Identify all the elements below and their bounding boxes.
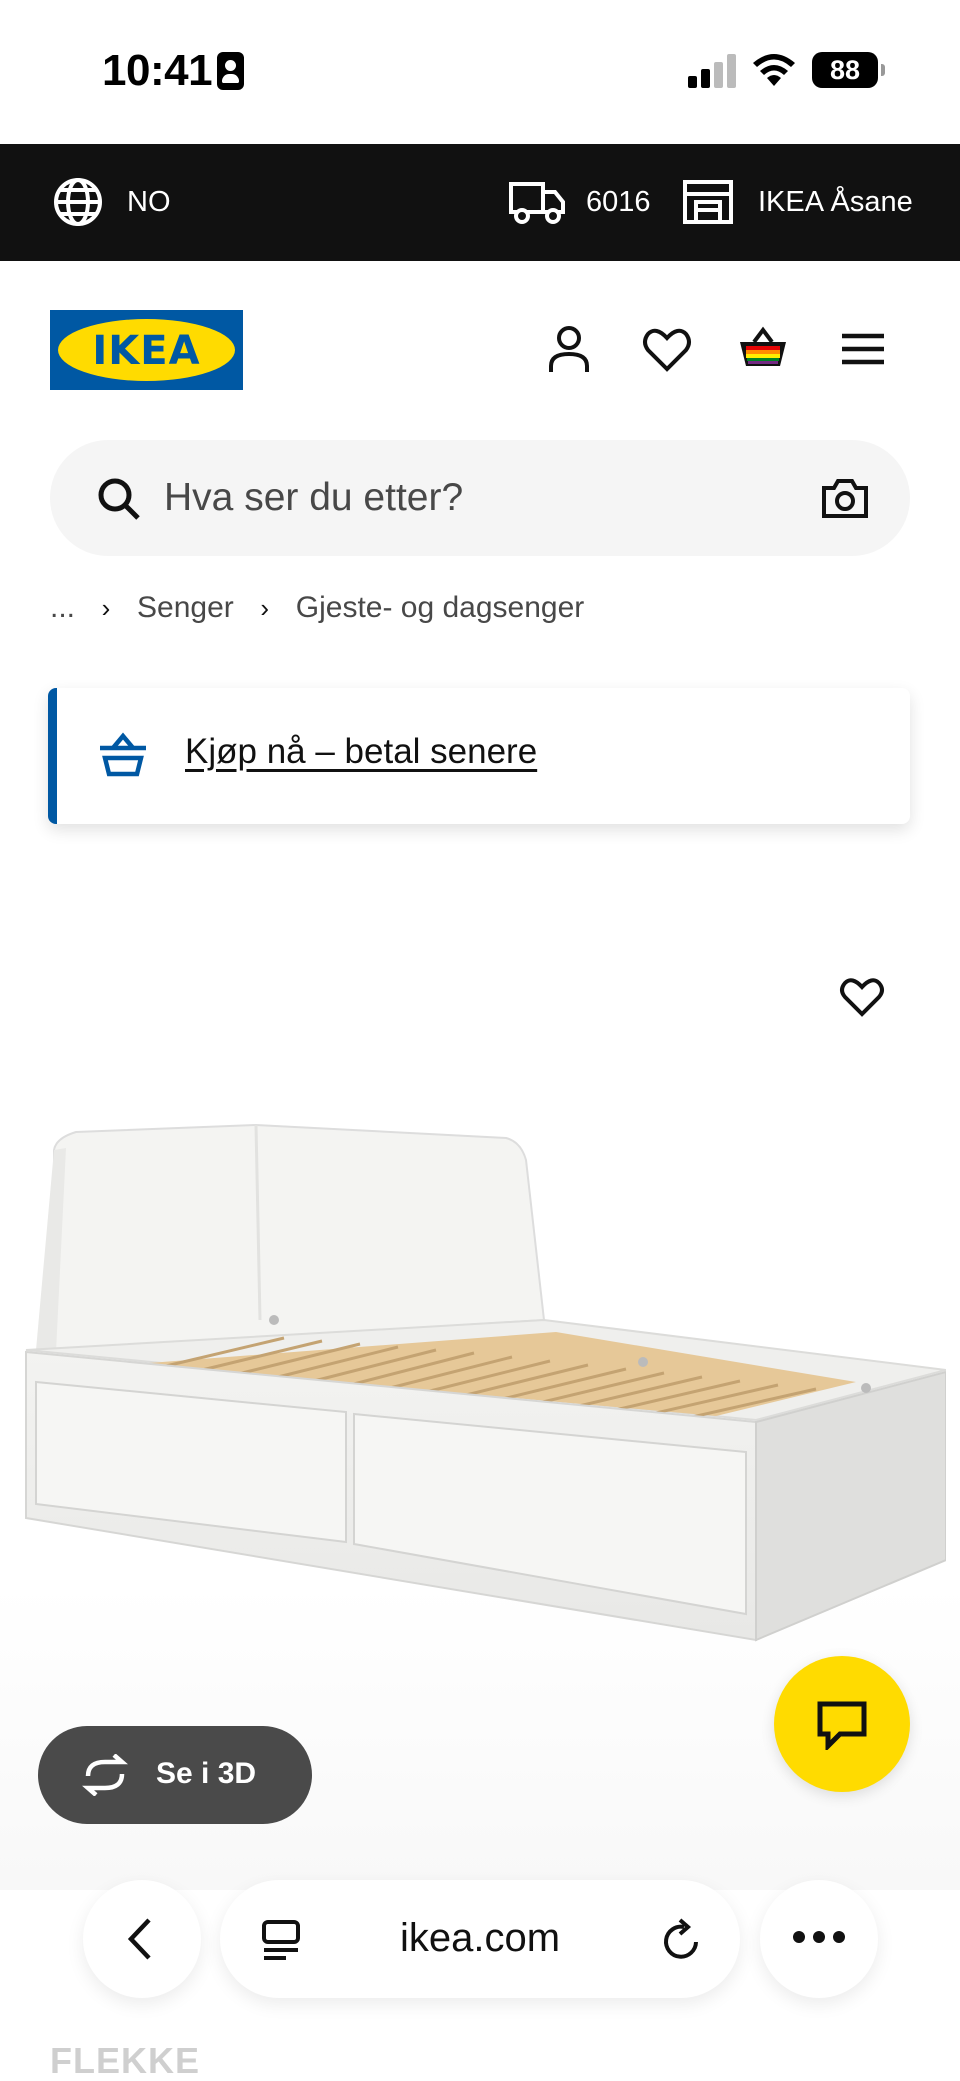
language-selector[interactable]: NO — [127, 186, 171, 219]
wifi-icon — [753, 54, 795, 86]
chevron-right-icon: › — [101, 592, 111, 623]
camera-search-icon[interactable] — [820, 474, 870, 522]
store-selector[interactable]: IKEA Åsane — [758, 186, 913, 219]
breadcrumb-item-senger[interactable]: Senger — [137, 591, 234, 625]
focus-person-icon — [217, 52, 244, 90]
promo-banner: Kjøp nå – betal senere — [48, 688, 910, 824]
more-options-button[interactable] — [760, 1880, 878, 1998]
account-icon[interactable] — [542, 322, 596, 376]
rotate-3d-icon — [82, 1754, 128, 1796]
search-input[interactable] — [164, 468, 724, 528]
back-button[interactable] — [83, 1880, 201, 1998]
status-bar: 10:41 88 — [0, 0, 960, 144]
ellipsis-icon — [793, 1931, 845, 1943]
favourites-icon[interactable] — [640, 322, 694, 376]
basket-icon — [100, 732, 146, 777]
delivery-truck-icon[interactable] — [508, 178, 566, 226]
chat-button[interactable] — [774, 1656, 910, 1792]
postal-code[interactable]: 6016 — [586, 186, 651, 219]
breadcrumb: ... › Senger › Gjeste- og dagsenger — [50, 588, 584, 628]
buy-now-pay-later-link[interactable]: Kjøp nå – betal senere — [185, 732, 537, 772]
address-bar[interactable]: ikea.com — [220, 1880, 740, 1998]
chevron-left-icon — [127, 1918, 151, 1960]
ikea-logo[interactable]: IKEA — [50, 310, 243, 390]
shopping-cart-icon[interactable] — [736, 322, 790, 376]
breadcrumb-item-gjestesenger[interactable]: Gjeste- og dagsenger — [296, 591, 585, 625]
cellular-signal-icon — [688, 54, 738, 88]
view-in-3d-label: Se i 3D — [156, 1757, 257, 1790]
top-bar: NO 6016 IKEA Åsane — [0, 144, 960, 261]
search-bar[interactable] — [50, 440, 910, 556]
add-to-favourites-icon[interactable] — [838, 974, 886, 1018]
chevron-right-icon: › — [260, 592, 270, 623]
reload-icon[interactable] — [660, 1916, 704, 1962]
globe-icon[interactable] — [52, 176, 104, 228]
battery-indicator: 88 — [812, 52, 885, 88]
store-icon[interactable] — [682, 178, 734, 226]
view-in-3d-button[interactable]: Se i 3D — [38, 1726, 312, 1824]
menu-icon[interactable] — [836, 322, 890, 376]
product-image-daybed[interactable] — [16, 1120, 946, 1650]
breadcrumb-ellipsis[interactable]: ... — [50, 591, 75, 625]
logo-text: IKEA — [92, 328, 201, 374]
status-time: 10:41 — [102, 46, 213, 95]
search-icon[interactable] — [96, 476, 142, 522]
product-name: FLEKKE — [50, 2040, 200, 2081]
chat-icon — [817, 1701, 867, 1750]
